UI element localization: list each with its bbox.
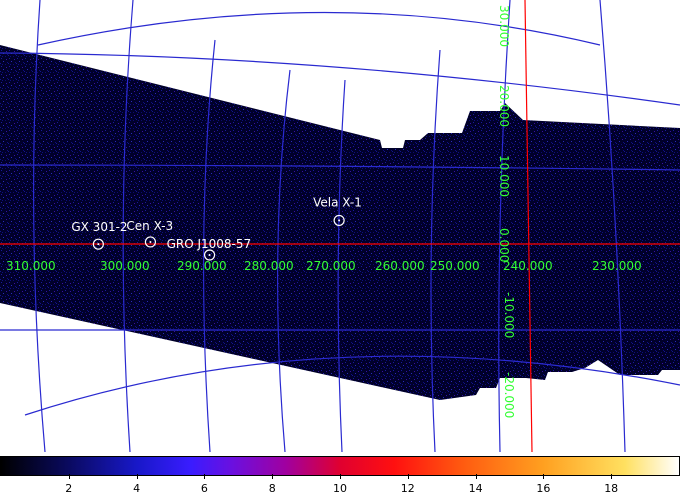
colorbar-label-6: 14 [468, 482, 483, 495]
colorbar-label-4: 10 [333, 482, 347, 495]
colorbar-gradient [0, 456, 680, 476]
colorbar-label-7: 16 [536, 482, 551, 495]
source-center-1 [149, 240, 152, 243]
longitude-labels: 310.000 300.000 290.000 280.000 270.000 260.0… [6, 259, 642, 273]
colorbar-label-1: 4 [133, 482, 141, 495]
colorbar-label-5: 12 [400, 482, 415, 495]
colorbar-label-3: 8 [268, 482, 276, 495]
source-center-2 [97, 243, 100, 246]
source-center-3 [208, 253, 211, 256]
lat-label-4: -10.000 [502, 292, 516, 338]
colorbar-tick-2 [204, 474, 206, 479]
source-label-2: GX 301-2 [71, 220, 127, 234]
colorbar-tick-6 [475, 474, 477, 479]
source-label-3: GRO J1008-57 [167, 237, 252, 251]
colorbar-label-2: 6 [200, 482, 208, 495]
lon-label-8: 230.000 [592, 259, 642, 273]
lon-label-6: 250.000 [430, 259, 480, 273]
lon-label-5: 260.000 [375, 259, 425, 273]
colorbar-tick-1 [136, 474, 138, 479]
colorbar-tick-8 [611, 474, 613, 479]
source-center-0 [338, 219, 341, 222]
lon-label-1: 300.000 [100, 259, 150, 273]
lat-label-0: 30.000 [497, 5, 511, 47]
colorbar-label-8: 18 [604, 482, 619, 495]
colorbar-tick-5 [407, 474, 409, 479]
colorbar: 2 4 6 8 10 12 14 16 18 [0, 452, 680, 499]
colorbar-label-0: 2 [65, 482, 73, 495]
colorbar-tick-4 [340, 474, 341, 479]
lat-label-2: 10.000 [497, 155, 511, 197]
colorbar-tick-7 [543, 474, 545, 479]
sky-map[interactable]: 310.000 300.000 290.000 280.000 270.000 260.0… [0, 0, 680, 452]
source-label-0: Vela X-1 [313, 195, 362, 209]
lon-label-2: 290.000 [177, 259, 227, 273]
lon-label-0: 310.000 [6, 259, 56, 273]
colorbar-tick-0 [68, 474, 70, 479]
lat-label-3: 0.000 [497, 228, 511, 262]
lat-label-5: -20.000 [502, 372, 516, 418]
colorbar-tick-3 [272, 474, 274, 479]
lon-label-3: 280.000 [244, 259, 294, 273]
source-label-1: Cen X-3 [126, 219, 173, 233]
lat-label-1: 20.000 [497, 85, 511, 127]
lon-label-4: 270.000 [306, 259, 356, 273]
lat-line-30 [37, 11, 601, 46]
